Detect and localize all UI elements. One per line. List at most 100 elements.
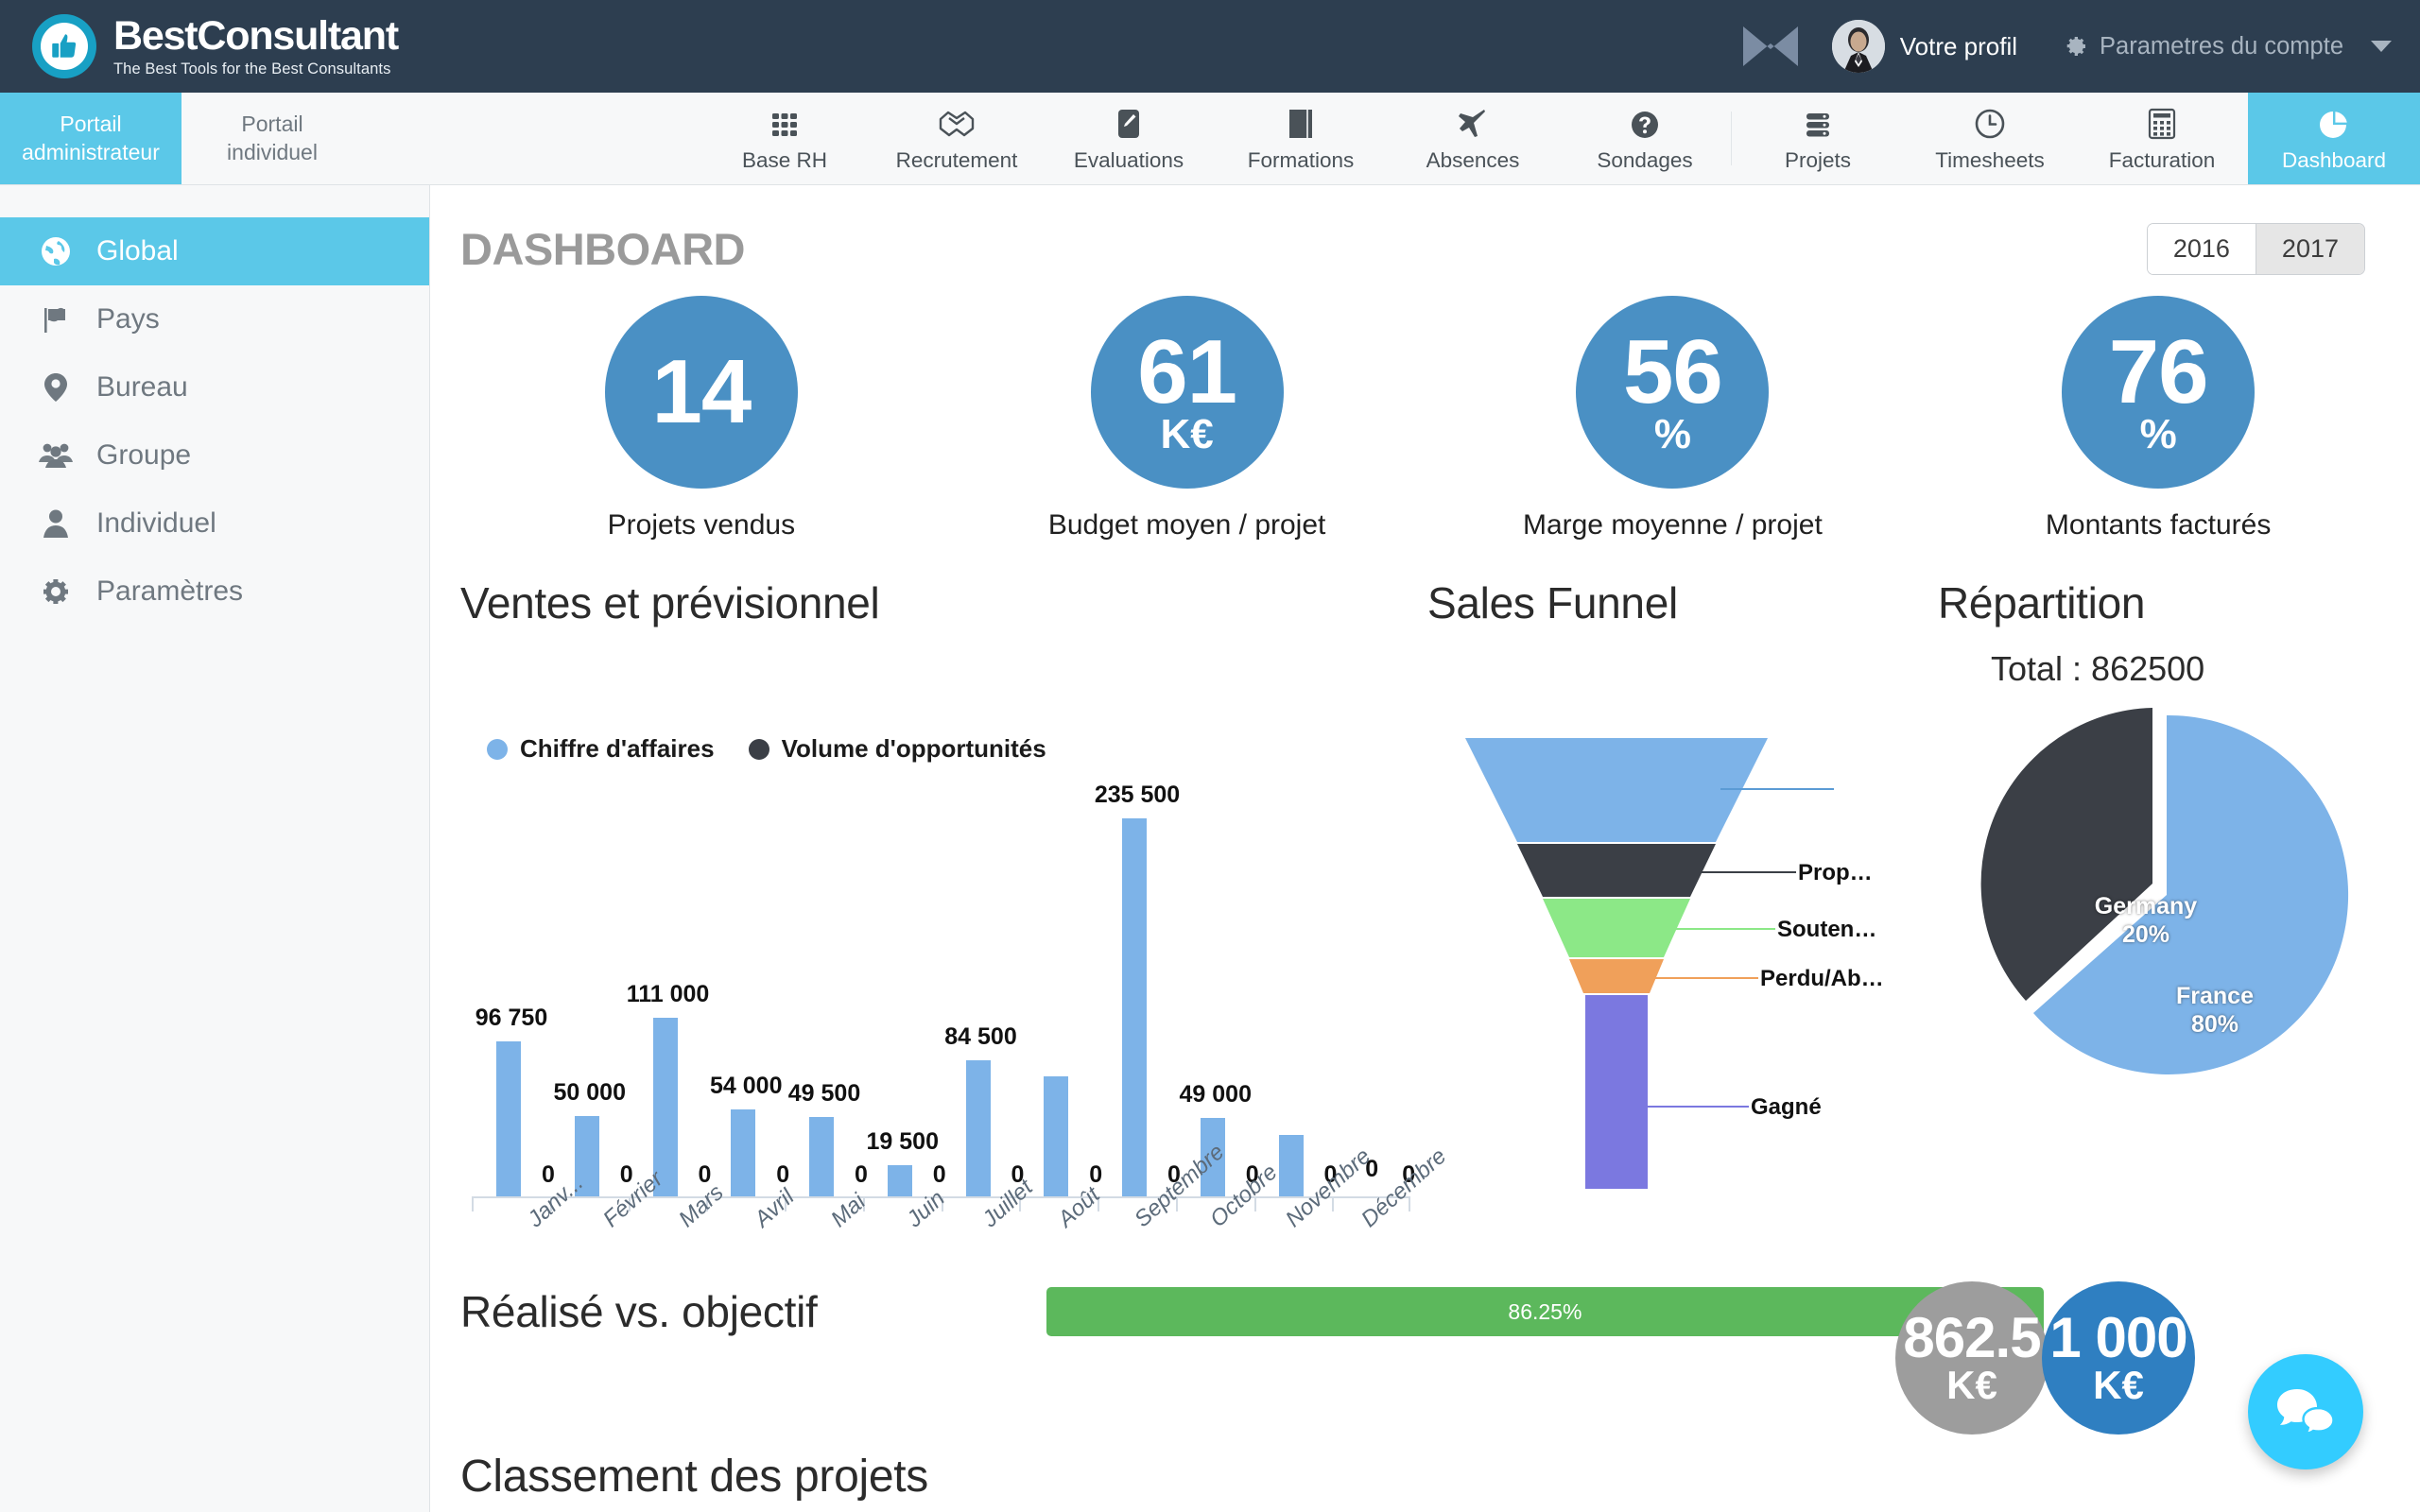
bar-group: 54 000 0 bbox=[706, 792, 789, 1211]
pie-title: Répartition bbox=[1938, 578, 2146, 627]
funnel-title: Sales Funnel bbox=[1427, 578, 1678, 627]
kpi-marge-moyenne: 56 % Marge moyenne / projet bbox=[1430, 296, 1916, 541]
chevron-down-icon[interactable] bbox=[2371, 41, 2392, 52]
chat-widget-button[interactable] bbox=[2248, 1354, 2363, 1469]
flag-icon bbox=[38, 304, 74, 335]
kpi-circle: 14 bbox=[604, 296, 798, 489]
funnel-label-soutenance: Souten… bbox=[1777, 917, 1877, 942]
funnel-label-perdu-abandonne: Perdu/Ab… bbox=[1760, 966, 1884, 991]
grid-dots-icon bbox=[769, 104, 800, 140]
legend-label: Volume d'opportunités bbox=[781, 734, 1046, 763]
pie-label-france: France 80% bbox=[2144, 982, 2286, 1039]
kpi-circle: 76 % bbox=[2062, 296, 2256, 489]
kpi-montants-factures: 76 % Montants facturés bbox=[1915, 296, 2401, 541]
funnel-stage-3 bbox=[1543, 899, 1690, 957]
sidebar-item-label: Groupe bbox=[96, 439, 192, 471]
nav-item-evaluations[interactable]: Evaluations bbox=[1043, 93, 1215, 184]
nav-item-base-rh[interactable]: Base RH bbox=[699, 93, 871, 184]
portal-tab-line2: administrateur bbox=[22, 139, 160, 164]
kpi-value: 56 bbox=[1622, 320, 1723, 422]
account-settings-menu[interactable]: Parametres du compte bbox=[2063, 33, 2392, 60]
legend-item-volume-opportunites[interactable]: Volume d'opportunités bbox=[748, 734, 1046, 764]
nav-item-formations[interactable]: Formations bbox=[1215, 93, 1387, 184]
bar-chart-plot: 96 750 0 50 000 0 111 000 0 54 000 0 49 500 0 19 5… bbox=[460, 782, 1452, 1232]
bar bbox=[809, 1116, 834, 1196]
pie-chart-icon bbox=[2319, 104, 2349, 140]
bar-value-label: 49 000 bbox=[1179, 1080, 1252, 1108]
actual-amount-value: 862.5 bbox=[1903, 1306, 2041, 1370]
target-amount-value: 1 000 bbox=[2049, 1306, 2187, 1370]
dashboard-header-row: DASHBOARD 2016 2017 bbox=[430, 185, 2420, 275]
handshake-icon bbox=[939, 104, 975, 140]
kpi-unit: % bbox=[1653, 410, 1691, 457]
legend-color-swatch bbox=[487, 738, 508, 760]
dashboard-content: DASHBOARD 2016 2017 14 Projets vendus 61… bbox=[430, 185, 2420, 1512]
question-circle-icon bbox=[1630, 104, 1660, 140]
bar bbox=[1278, 1135, 1304, 1196]
nav-item-label: Timesheets bbox=[1935, 148, 2045, 172]
sidebar-item-global[interactable]: Global bbox=[0, 217, 429, 285]
classement-projets-title: Classement des projets bbox=[460, 1452, 928, 1502]
envelope-icon[interactable] bbox=[1734, 25, 1807, 68]
pie-label-name: Germany bbox=[2094, 893, 2198, 919]
main-navigation-bar: Portail administrateur Portail individue… bbox=[0, 93, 2420, 185]
nav-item-sondages[interactable]: Sondages bbox=[1559, 93, 1731, 184]
thumbs-up-circle-icon bbox=[32, 14, 96, 78]
profile-link[interactable]: Votre profil bbox=[1831, 20, 2017, 73]
nav-item-facturation[interactable]: Facturation bbox=[2076, 93, 2248, 184]
chat-bubbles-icon bbox=[2274, 1383, 2337, 1440]
kpi-projets-vendus: 14 Projets vendus bbox=[458, 296, 944, 541]
nav-item-label: Base RH bbox=[741, 148, 828, 172]
bar-value-label: 19 500 bbox=[866, 1127, 939, 1155]
bar-group: 00 bbox=[1332, 792, 1415, 1211]
header-right-controls: Votre profil Parametres du compte bbox=[1734, 20, 2392, 73]
progress-percent-label: 86.25% bbox=[1508, 1298, 1582, 1324]
year-button-2016[interactable]: 2016 bbox=[2147, 224, 2256, 274]
book-icon bbox=[1287, 104, 1315, 140]
server-stack-icon bbox=[1803, 104, 1833, 140]
brand-title: BestConsultant bbox=[113, 12, 399, 59]
legend-item-chiffre-affaires[interactable]: Chiffre d'affaires bbox=[487, 734, 715, 764]
sidebar-item-label: Pays bbox=[96, 303, 160, 335]
sidebar-item-groupe[interactable]: Groupe bbox=[0, 421, 429, 490]
portal-tab-line1: Portail bbox=[241, 112, 303, 137]
left-sidebar: Global Pays Bureau Groupe Individuel Par… bbox=[0, 185, 430, 1512]
nav-item-timesheets[interactable]: Timesheets bbox=[1904, 93, 2076, 184]
clock-icon bbox=[1974, 104, 2006, 140]
sidebar-item-label: Bureau bbox=[96, 371, 188, 403]
sales-funnel-chart: Prop… Souten… Perdu/Ab… Gagné bbox=[1427, 689, 1938, 1222]
nav-item-projets[interactable]: Projets bbox=[1732, 93, 1904, 184]
progress-bar: 86.25% bbox=[1046, 1287, 2044, 1336]
nav-item-label: Recrutement bbox=[895, 148, 1018, 172]
kpi-value: 76 bbox=[2108, 320, 2209, 422]
nav-items: Base RH Recrutement Evaluations Formatio… bbox=[699, 93, 2420, 184]
sidebar-item-label: Paramètres bbox=[96, 576, 244, 607]
sidebar-item-bureau[interactable]: Bureau bbox=[0, 353, 429, 421]
target-amount-bubble: 1 000 K€ bbox=[2042, 1281, 2195, 1435]
map-pin-icon bbox=[38, 371, 74, 404]
top-header-bar: BestConsultant The Best Tools for the Be… bbox=[0, 0, 2420, 93]
sales-chart-title: Ventes et prévisionnel bbox=[460, 578, 880, 627]
nav-item-dashboard[interactable]: Dashboard bbox=[2248, 93, 2420, 184]
sidebar-item-parametres[interactable]: Paramètres bbox=[0, 558, 429, 626]
kpi-label: Budget moyen / projet bbox=[1047, 509, 1326, 541]
kpi-unit: K€ bbox=[1160, 410, 1214, 457]
sidebar-item-individuel[interactable]: Individuel bbox=[0, 490, 429, 558]
portal-tab-administrateur[interactable]: Portail administrateur bbox=[0, 93, 182, 184]
portal-tab-individuel[interactable]: Portail individuel bbox=[182, 93, 363, 184]
user-icon bbox=[38, 508, 74, 539]
nav-item-absences[interactable]: Absences bbox=[1387, 93, 1559, 184]
gear-icon bbox=[38, 576, 74, 607]
pencil-note-icon bbox=[1116, 104, 1141, 140]
year-button-2017[interactable]: 2017 bbox=[2255, 224, 2364, 274]
bar-group: 0 bbox=[1253, 792, 1337, 1211]
nav-item-label: Sondages bbox=[1597, 148, 1693, 172]
nav-item-recrutement[interactable]: Recrutement bbox=[871, 93, 1043, 184]
pie-total-label: Total : 862500 bbox=[1991, 649, 2205, 688]
airplane-icon bbox=[1457, 104, 1489, 140]
chart-legend: Chiffre d'affaires Volume d'opportunités bbox=[460, 734, 1427, 764]
kpi-circle: 56 % bbox=[1576, 296, 1770, 489]
brand-logo[interactable]: BestConsultant The Best Tools for the Be… bbox=[32, 12, 399, 78]
sidebar-item-pays[interactable]: Pays bbox=[0, 285, 429, 353]
charts-row: Chiffre d'affaires Volume d'opportunités… bbox=[430, 689, 2420, 1232]
